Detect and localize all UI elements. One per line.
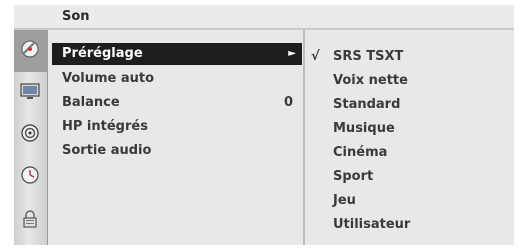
preset-option-label: Cinéma	[333, 145, 388, 160]
balance-value: 0	[283, 95, 293, 110]
category-tab-sound[interactable]	[14, 114, 47, 156]
category-tab-time[interactable]	[14, 156, 47, 198]
menu-item-label: Préréglage	[62, 46, 143, 61]
preset-option-sport[interactable]: Sport	[305, 166, 514, 188]
menu-item-preset[interactable]: Préréglage ►	[52, 43, 302, 65]
speaker-icon	[19, 122, 41, 144]
menu-item-label: Sortie audio	[62, 143, 152, 158]
category-tab-satellite[interactable]	[14, 30, 47, 72]
preset-option-clear-voice[interactable]: Voix nette	[305, 70, 514, 92]
sound-settings-list: Préréglage ► Volume auto Balance 0 HP in…	[48, 30, 305, 245]
menu-item-label: HP intégrés	[62, 119, 148, 134]
preset-option-label: Sport	[333, 169, 374, 184]
category-tab-picture[interactable]	[14, 72, 47, 114]
preset-option-label: Musique	[333, 121, 395, 136]
menu-item-built-in-speakers[interactable]: HP intégrés	[56, 116, 299, 138]
category-tab-lock[interactable]	[14, 200, 47, 242]
check-mark-icon: √	[311, 49, 320, 64]
preset-options-list: √ SRS TSXT Voix nette Standard Musique C…	[305, 30, 514, 245]
menu-item-balance[interactable]: Balance 0	[56, 92, 299, 114]
preset-option-standard[interactable]: Standard	[305, 94, 514, 116]
preset-option-label: Voix nette	[333, 73, 408, 88]
lock-icon	[19, 208, 41, 230]
preset-option-user[interactable]: Utilisateur	[305, 214, 514, 236]
preset-option-music[interactable]: Musique	[305, 118, 514, 140]
preset-option-label: SRS TSXT	[333, 49, 404, 64]
menu-title-bar: Son	[14, 5, 514, 30]
tv-screen-icon	[19, 80, 41, 102]
menu-item-audio-output[interactable]: Sortie audio	[56, 140, 299, 162]
preset-option-srs-tsxt[interactable]: √ SRS TSXT	[305, 46, 514, 68]
submenu-arrow-icon: ►	[288, 48, 296, 59]
menu-item-label: Balance	[62, 95, 120, 110]
preset-option-cinema[interactable]: Cinéma	[305, 142, 514, 164]
preset-option-label: Standard	[333, 97, 401, 112]
menu-item-auto-volume[interactable]: Volume auto	[56, 68, 299, 90]
tv-osd-sound-menu: Son Préréglage ► Volume auto Balance 0 H…	[0, 0, 522, 250]
clock-icon	[19, 164, 41, 186]
satellite-dish-icon	[19, 38, 41, 60]
menu-title: Son	[62, 9, 90, 24]
preset-option-game[interactable]: Jeu	[305, 190, 514, 212]
preset-option-label: Utilisateur	[333, 217, 411, 232]
menu-item-label: Volume auto	[62, 71, 155, 86]
category-icon-column	[14, 30, 48, 245]
preset-option-label: Jeu	[333, 193, 356, 208]
